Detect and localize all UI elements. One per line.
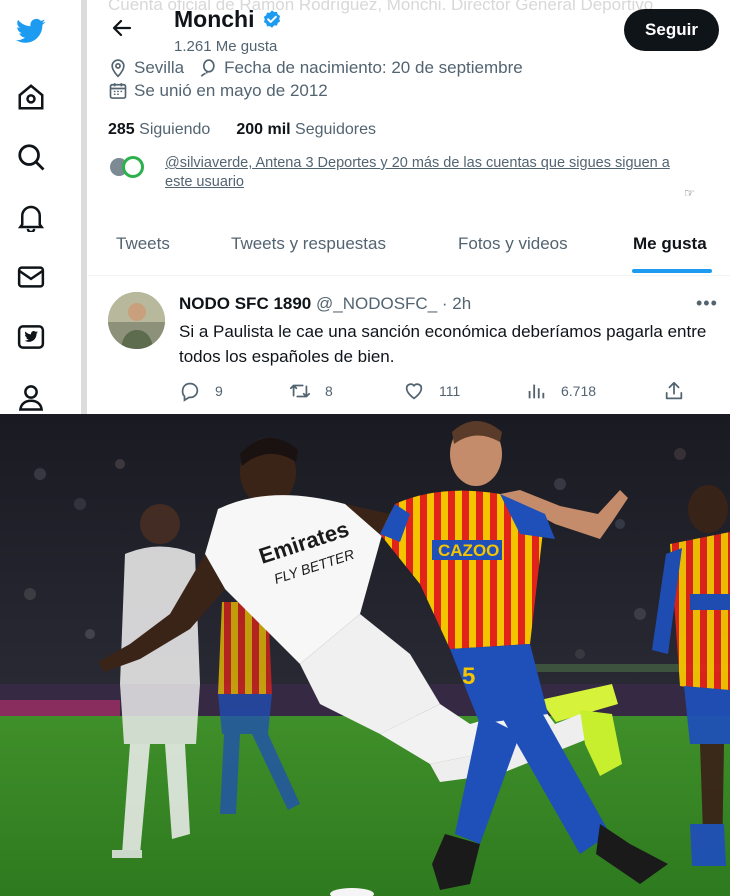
tab-media[interactable]: Fotos y videos (458, 234, 568, 254)
twitter-profile-screenshot: Cuenta oficial de Ramón Rodríguez, Monch… (0, 0, 730, 414)
profile-likes-count: 1.261 Me gusta (174, 38, 278, 55)
retweet-count: 8 (325, 383, 333, 399)
retweet-icon (289, 384, 311, 398)
profile-birthday: Fecha de nacimiento: 20 de septiembre (224, 58, 523, 77)
balloon-icon (200, 59, 215, 77)
views-icon (528, 384, 545, 399)
following-label: Siguiendo (139, 121, 211, 138)
followed-by-line-2: este usuario (165, 174, 244, 190)
profile-icon[interactable] (14, 380, 48, 414)
verified-icon (263, 9, 280, 28)
share-icon (665, 381, 683, 400)
defender-shirt-number: 5 (462, 663, 475, 690)
profile-stats: 285 Siguiendo 200 mil Seguidores (108, 121, 376, 139)
location-icon (111, 59, 125, 78)
tweet-author-handle[interactable]: @_NODOSFC_ (316, 294, 437, 313)
reply-count: 9 (215, 383, 223, 399)
profile-meta-row-1: Sevilla Fecha de nacimiento: 20 de septi… (108, 58, 523, 78)
tab-tweets[interactable]: Tweets (116, 234, 170, 254)
back-arrow-icon[interactable] (110, 16, 134, 40)
avatar (122, 156, 144, 178)
match-photo-illustration: Emirates FLY BETTER CAZOO 5 (0, 414, 730, 896)
twitter-logo-icon[interactable] (14, 14, 48, 48)
tweet-text: Si a Paulista le cae una sanción económi… (179, 322, 707, 366)
views-count: 6.718 (561, 383, 597, 399)
sidebar-nav (0, 0, 87, 414)
followers-stat[interactable]: 200 mil Seguidores (236, 121, 376, 139)
views-button[interactable]: 6.718 (525, 380, 596, 402)
sidebar-divider (81, 0, 87, 414)
tweet-card[interactable]: NODO SFC 1890 @_NODOSFC_ · 2h ••• Si a P… (88, 277, 730, 414)
heart-icon (405, 383, 423, 400)
mail-icon[interactable] (14, 260, 48, 294)
profile-location: Sevilla (134, 58, 185, 77)
avatar[interactable] (108, 292, 165, 349)
like-button[interactable]: 111 (403, 380, 460, 402)
followed-by-line-1: @silviaverde, Antena 3 Deportes y 20 más… (165, 155, 670, 171)
tweet-header: NODO SFC 1890 @_NODOSFC_ · 2h (179, 294, 471, 314)
profile-name-text: Monchi (174, 6, 255, 32)
share-button[interactable] (663, 380, 685, 402)
bell-icon[interactable] (14, 200, 48, 234)
follow-button[interactable]: Seguir (624, 9, 719, 51)
retweet-button[interactable]: 8 (289, 380, 333, 402)
follower-avatars (108, 156, 150, 180)
followers-label: Seguidores (295, 121, 376, 138)
tweet-author-name[interactable]: NODO SFC 1890 (179, 294, 311, 313)
home-icon[interactable] (14, 80, 48, 114)
main-column: Cuenta oficial de Ramón Rodríguez, Monch… (88, 0, 730, 414)
active-tab-indicator (632, 269, 712, 273)
mouse-cursor-icon: ☞ (684, 186, 695, 200)
defender-sponsor-text: CAZOO (438, 541, 499, 560)
profile-name: Monchi (174, 6, 283, 33)
followers-count: 200 mil (236, 121, 291, 138)
bookmark-icon[interactable] (14, 320, 48, 354)
tab-tweets-replies[interactable]: Tweets y respuestas (231, 234, 386, 254)
calendar-icon (109, 83, 127, 99)
football-match-photo: Emirates FLY BETTER CAZOO 5 (0, 414, 730, 896)
following-stat[interactable]: 285 Siguiendo (108, 121, 210, 139)
search-icon[interactable] (14, 140, 48, 174)
reply-icon (181, 382, 199, 402)
profile-meta-row-2: Se unió en mayo de 2012 (108, 81, 328, 101)
more-icon[interactable]: ••• (696, 293, 718, 314)
reply-button[interactable]: 9 (179, 380, 223, 402)
tweet-actions: 9 8 111 6.718 (179, 380, 719, 404)
followed-by-text[interactable]: @silviaverde, Antena 3 Deportes y 20 más… (165, 154, 725, 192)
following-count: 285 (108, 121, 135, 138)
like-count: 111 (439, 383, 461, 399)
profile-joined: Se unió en mayo de 2012 (134, 81, 328, 100)
tab-likes[interactable]: Me gusta (633, 234, 707, 254)
profile-tabs: Tweets Tweets y respuestas Fotos y video… (88, 222, 730, 276)
tweet-timestamp[interactable]: · 2h (442, 294, 471, 313)
